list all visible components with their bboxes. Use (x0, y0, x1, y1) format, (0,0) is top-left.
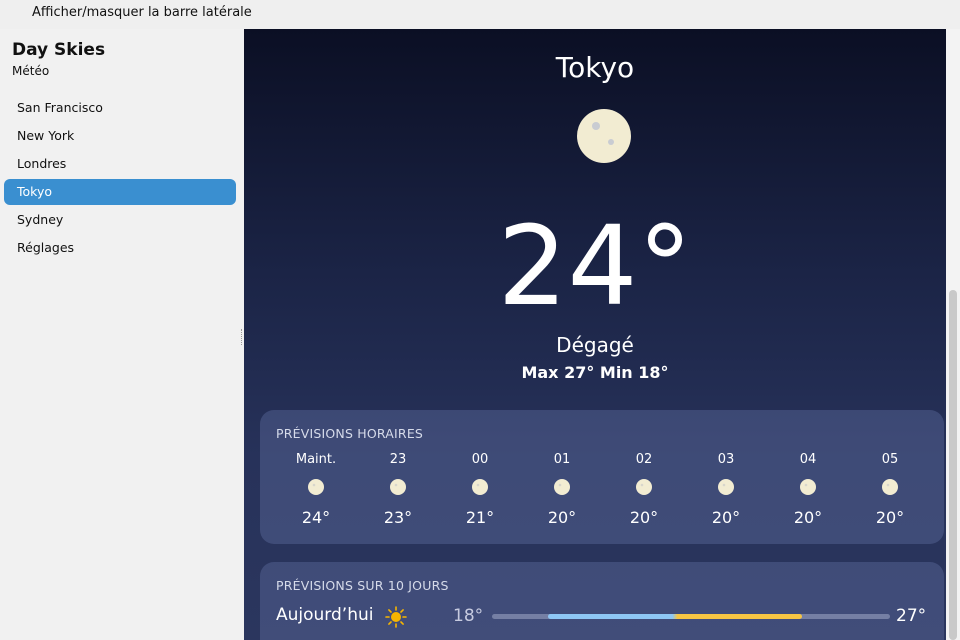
hour-temp: 20° (629, 508, 659, 527)
moon-icon (390, 479, 406, 495)
moon-icon (800, 479, 816, 495)
app-title: Day Skies (12, 40, 106, 60)
hour-label: 04 (799, 452, 817, 467)
hour-label: 01 (553, 452, 571, 467)
app-subtitle: Météo (12, 64, 50, 78)
hourly-list: Maint. 24° 23 23° 00 21° 01 20° 02 20° 0… (275, 452, 931, 527)
moon-icon (554, 479, 570, 495)
hour-temp: 23° (383, 508, 413, 527)
toggle-sidebar-button[interactable]: Afficher/masquer la barre latérale (32, 5, 252, 20)
moon-icon (308, 479, 324, 495)
moon-icon (882, 479, 898, 495)
day-row: Aujourd’hui 18° 27° (276, 605, 936, 629)
hour-label: 03 (717, 452, 735, 467)
temperature-range-fill (547, 614, 803, 619)
hourly-forecast-title: PRÉVISIONS HORAIRES (276, 426, 424, 441)
moon-icon (577, 109, 631, 163)
daily-forecast-title: PRÉVISIONS SUR 10 JOURS (276, 578, 449, 593)
hour-label: 02 (635, 452, 653, 467)
hour-label: 00 (471, 452, 489, 467)
condition-text: Dégagé (556, 333, 634, 357)
hour-temp: 20° (875, 508, 905, 527)
daily-forecast-card: PRÉVISIONS SUR 10 JOURS Aujourd’hui 18° … (260, 562, 944, 640)
sidebar-item-londres[interactable]: Londres (4, 151, 236, 177)
hour-temp: 24° (301, 508, 331, 527)
top-bar: Afficher/masquer la barre latérale (0, 0, 960, 29)
hour-item: 01 20° (521, 452, 603, 527)
hour-label: 23 (389, 452, 407, 467)
hourly-forecast-card: PRÉVISIONS HORAIRES Maint. 24° 23 23° 00… (260, 410, 944, 544)
hour-item: 00 21° (439, 452, 521, 527)
hour-item: 03 20° (685, 452, 767, 527)
sidebar-item-san-francisco[interactable]: San Francisco (4, 95, 236, 121)
high-low-text: Max 27° Min 18° (521, 363, 669, 382)
hour-temp: 20° (711, 508, 741, 527)
day-high-temp: 27° (896, 606, 927, 626)
sidebar-nav: San Francisco New York Londres Tokyo Syd… (4, 95, 236, 263)
sidebar-item-sydney[interactable]: Sydney (4, 207, 236, 233)
hour-label: 05 (881, 452, 899, 467)
moon-icon (636, 479, 652, 495)
moon-icon (718, 479, 734, 495)
moon-icon (472, 479, 488, 495)
city-name: Tokyo (555, 51, 635, 84)
sidebar-resize-handle[interactable] (241, 329, 243, 345)
hour-item: 05 20° (849, 452, 931, 527)
hour-temp: 20° (793, 508, 823, 527)
scrollbar-thumb[interactable] (949, 290, 957, 640)
sun-icon (385, 606, 407, 628)
current-temperature: 24° (497, 202, 693, 330)
day-name: Aujourd’hui (276, 605, 374, 625)
sidebar-item-reglages[interactable]: Réglages (4, 235, 236, 261)
hour-label: Maint. (295, 452, 337, 467)
hour-item: 04 20° (767, 452, 849, 527)
temperature-range-bar (492, 614, 890, 619)
weather-detail: Tokyo 24° Dégagé Max 27° Min 18° PRÉVISI… (244, 29, 946, 640)
hour-temp: 21° (465, 508, 495, 527)
hour-temp: 20° (547, 508, 577, 527)
sidebar-item-new-york[interactable]: New York (4, 123, 236, 149)
sidebar-item-tokyo[interactable]: Tokyo (4, 179, 236, 205)
hour-item: 02 20° (603, 452, 685, 527)
hour-item: 23 23° (357, 452, 439, 527)
hour-item: Maint. 24° (275, 452, 357, 527)
sidebar: Day Skies Météo San Francisco New York L… (0, 29, 244, 640)
day-low-temp: 18° (453, 606, 484, 626)
